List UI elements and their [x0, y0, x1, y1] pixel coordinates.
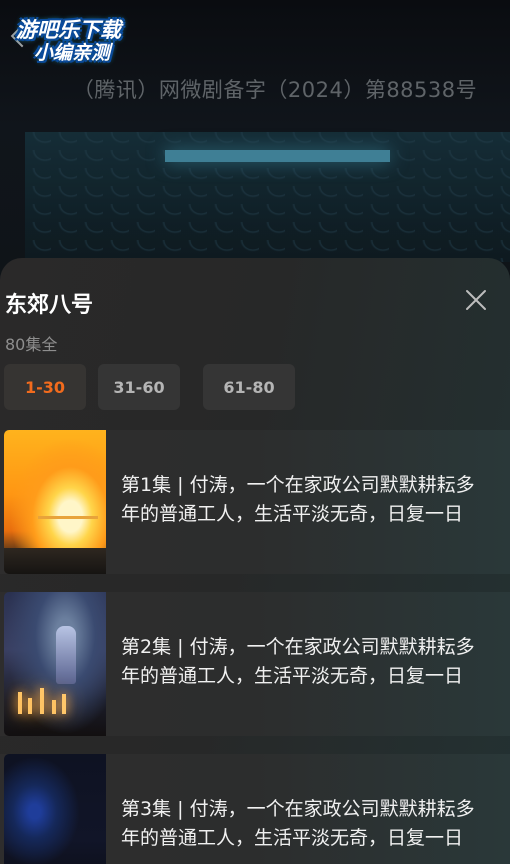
range-tab-1-30[interactable]: 1-30	[4, 364, 86, 410]
video-frame-light	[165, 150, 390, 162]
license-caption: （腾讯）网微剧备字（2024）第88538号	[72, 78, 478, 102]
episode-thumbnail	[4, 430, 106, 574]
episode-thumbnail	[4, 754, 106, 864]
episode-item[interactable]: 第3集 | 付涛，一个在家政公司默默耕耘多年的普通工人，生活平淡无奇，日复一日	[0, 754, 510, 864]
close-icon[interactable]	[464, 288, 488, 312]
episode-count: 80集全	[5, 335, 58, 354]
video-player[interactable]: （腾讯）网微剧备字（2024）第88538号 游吧乐下载 小编亲测	[0, 0, 510, 280]
watermark-line2: 小编亲测	[34, 42, 111, 64]
episode-thumbnail	[4, 592, 106, 736]
range-tab-31-60[interactable]: 31-60	[98, 364, 180, 410]
episode-item[interactable]: 第2集 | 付涛，一个在家政公司默默耕耘多年的普通工人，生活平淡无奇，日复一日	[0, 592, 510, 736]
episode-description: 第2集 | 付涛，一个在家政公司默默耕耘多年的普通工人，生活平淡无奇，日复一日	[121, 636, 475, 687]
episode-description: 第3集 | 付涛，一个在家政公司默默耕耘多年的普通工人，生活平淡无奇，日复一日	[121, 798, 475, 849]
episode-description: 第1集 | 付涛，一个在家政公司默默耕耘多年的普通工人，生活平淡无奇，日复一日	[121, 474, 475, 525]
episode-item[interactable]: 第1集 | 付涛，一个在家政公司默默耕耘多年的普通工人，生活平淡无奇，日复一日	[0, 430, 510, 574]
drama-title: 东郊八号	[5, 293, 94, 318]
range-tab-61-80[interactable]: 61-80	[203, 364, 295, 410]
watermark-logo: 游吧乐下载 小编亲测	[10, 10, 150, 64]
episode-sheet: 东郊八号 80集全 1-30 31-60 61-80 第1集 | 付涛，一个在家…	[0, 258, 510, 864]
